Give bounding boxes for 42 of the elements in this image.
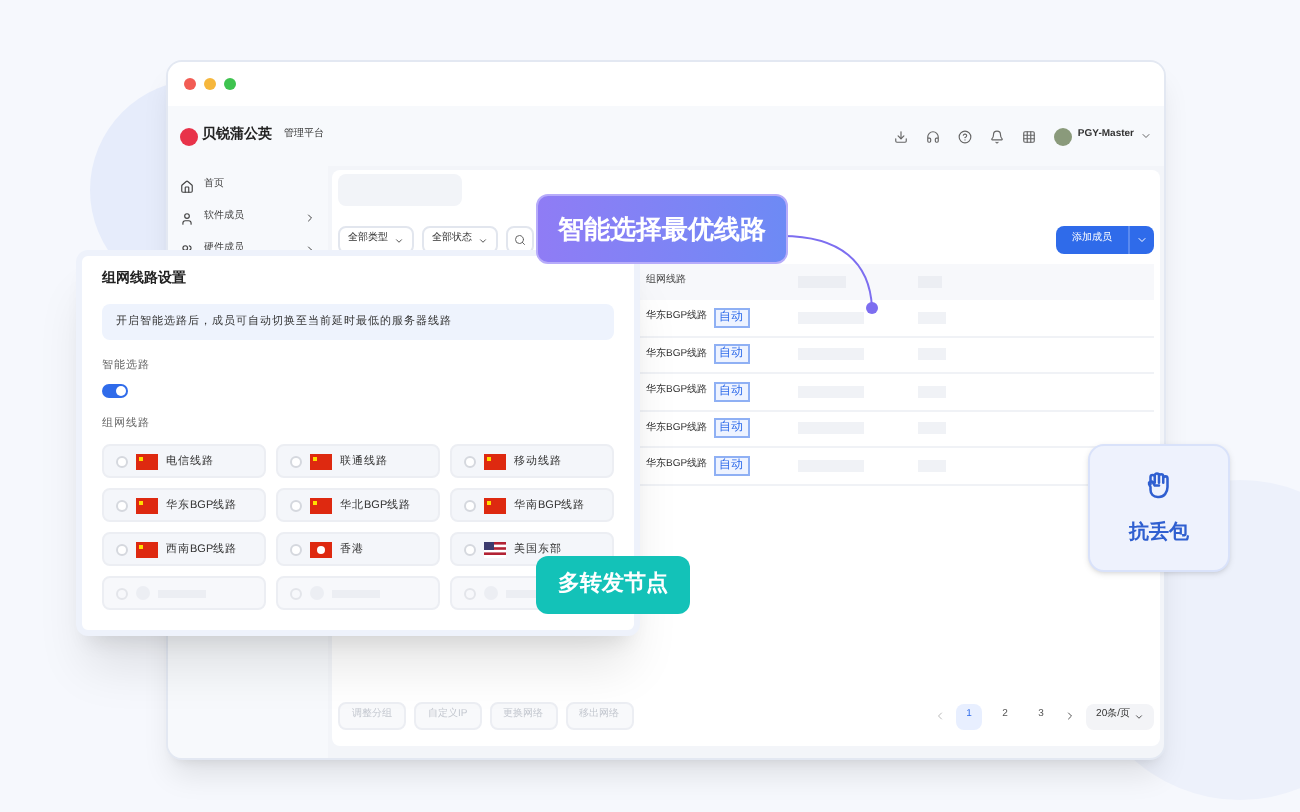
caret-icon — [394, 235, 404, 245]
relay-node-tooltip: 多转发节点 — [536, 556, 690, 614]
flag-icon — [136, 453, 158, 470]
flag-icon — [310, 497, 332, 514]
radio-button[interactable] — [290, 499, 302, 512]
download-icon[interactable] — [893, 129, 908, 143]
caret-icon[interactable] — [1140, 130, 1152, 142]
radio-button[interactable] — [290, 543, 302, 556]
radio-button[interactable] — [464, 455, 476, 468]
next-page-icon[interactable] — [1064, 710, 1077, 722]
radio-button[interactable] — [116, 499, 128, 512]
radio-button[interactable] — [464, 543, 476, 556]
flag-icon — [136, 541, 158, 558]
avatar[interactable] — [1053, 127, 1072, 145]
radio-button[interactable] — [116, 455, 128, 468]
sidebar-item-icon — [180, 179, 194, 193]
previous-page-icon[interactable] — [934, 710, 947, 722]
anti-loss-card: 抗丢包 — [1088, 444, 1230, 572]
radio-button[interactable] — [464, 499, 476, 512]
search-icon — [514, 234, 526, 246]
flag-icon — [310, 453, 332, 470]
sidebar-item-icon — [180, 211, 194, 225]
flag-icon — [484, 453, 506, 470]
chevron-icon — [304, 244, 316, 256]
caret-icon — [478, 235, 488, 245]
bell-icon[interactable] — [989, 129, 1004, 143]
flag-icon — [484, 497, 506, 514]
flag-icon — [484, 541, 506, 558]
chevron-icon — [304, 212, 316, 224]
cell-skeleton — [798, 311, 864, 324]
headset-icon[interactable] — [925, 129, 940, 143]
flag-icon — [310, 541, 332, 558]
smart-route-tooltip: 智能选择最优线路 — [536, 194, 788, 264]
grid-icon[interactable] — [1021, 129, 1036, 143]
logo-icon — [180, 127, 198, 145]
toggle-switch[interactable] — [102, 384, 128, 398]
radio-button[interactable] — [116, 543, 128, 556]
radio-button[interactable] — [290, 455, 302, 468]
help-icon[interactable] — [957, 129, 972, 143]
caret-icon — [1136, 234, 1148, 246]
caret-icon — [1134, 711, 1144, 721]
flag-icon — [136, 497, 158, 514]
